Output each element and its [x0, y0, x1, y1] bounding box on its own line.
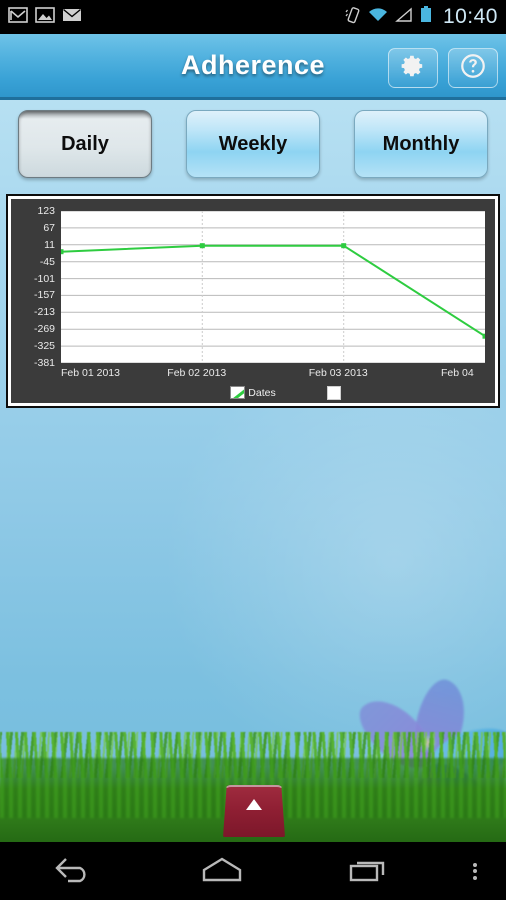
help-icon — [459, 52, 487, 85]
gmail-icon — [8, 6, 28, 28]
home-icon — [197, 854, 247, 889]
tab-daily[interactable]: Daily — [18, 110, 152, 178]
chart-y-tick: -381 — [33, 357, 55, 369]
chart-y-tick: -157 — [33, 289, 55, 302]
chart-y-tick: 11 — [44, 238, 55, 251]
period-tabbar: Daily Weekly Monthly — [0, 100, 506, 188]
chart-y-tick: -45 — [39, 255, 55, 268]
back-icon — [52, 854, 96, 889]
legend-line-icon — [230, 386, 246, 399]
adherence-chart[interactable]: 123 67 11 -45 -101 -157 -213 -269 -325 -381 Feb 0… — [6, 194, 500, 408]
email-icon — [62, 7, 82, 28]
navigation-bar — [0, 842, 506, 900]
legend-checkbox[interactable] — [327, 386, 341, 400]
tab-weekly[interactable]: Weekly — [186, 110, 320, 178]
legend-label-dates: Dates — [248, 386, 276, 399]
recents-button[interactable] — [296, 842, 444, 900]
wifi-icon — [368, 7, 388, 28]
tab-monthly[interactable]: Monthly — [354, 110, 488, 178]
chart-y-tick: -325 — [33, 340, 55, 353]
chart-y-tick: -269 — [33, 323, 55, 336]
status-clock: 10:40 — [442, 5, 498, 28]
cell-signal-icon — [395, 6, 413, 28]
status-indicators: 10:40 — [345, 5, 498, 29]
chart-x-tick: Feb 02 2013 — [167, 367, 227, 379]
chart-legend: Dates — [11, 386, 495, 399]
chart-x-tick: Feb 03 2013 — [308, 367, 368, 379]
help-button[interactable] — [448, 48, 498, 88]
chart-x-tick: Feb 04 — [441, 367, 474, 379]
phone-screen: 10:40 Adherence Daily Weekly Monthly 123… — [0, 0, 506, 900]
settings-button[interactable] — [388, 48, 438, 88]
action-bar: Adherence — [0, 34, 506, 100]
vibrate-icon — [345, 6, 361, 29]
recents-icon — [345, 854, 395, 889]
chart-y-tick: -213 — [33, 306, 55, 319]
up-arrow-icon — [246, 799, 262, 810]
overflow-button[interactable] — [444, 860, 506, 882]
status-notifications — [8, 6, 82, 28]
chart-y-tick: -101 — [33, 272, 55, 285]
home-button[interactable] — [148, 842, 296, 900]
overflow-menu-icon — [473, 860, 477, 882]
battery-icon — [420, 6, 432, 28]
back-button[interactable] — [0, 842, 148, 900]
chart-y-tick: 123 — [37, 205, 55, 217]
app-drawer-handle[interactable] — [223, 785, 285, 837]
status-bar: 10:40 — [0, 0, 506, 34]
chart-y-tick: 67 — [43, 221, 55, 234]
gear-icon — [400, 53, 426, 84]
chart-x-tick: Feb 01 2013 — [61, 367, 120, 379]
chart-inner: 123 67 11 -45 -101 -157 -213 -269 -325 -381 Feb 0… — [11, 199, 495, 403]
photo-icon — [35, 6, 55, 28]
